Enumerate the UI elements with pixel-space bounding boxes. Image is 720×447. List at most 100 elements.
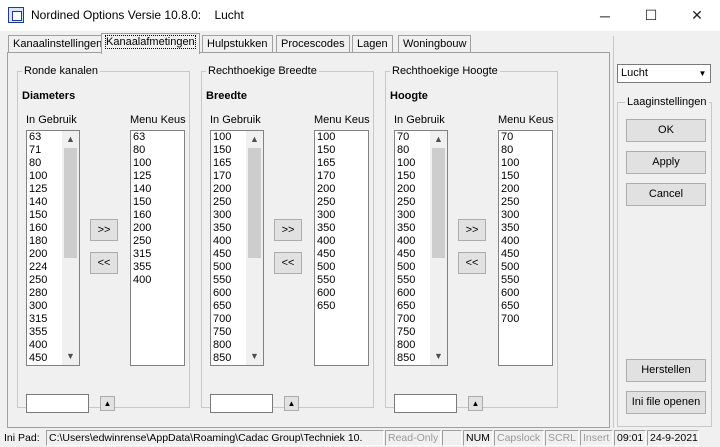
list-item[interactable]: 140 [131, 183, 184, 196]
rect-width-subtitle: Breedte [206, 90, 247, 102]
size-input[interactable] [394, 394, 457, 413]
list-item[interactable]: 550 [499, 274, 552, 287]
list-item[interactable]: 63 [131, 131, 184, 144]
spin-up-icon[interactable]: ▲ [468, 396, 483, 411]
list-item[interactable]: 160 [131, 209, 184, 222]
in-use-listbox[interactable]: 63 71 80 100 125 140 150 160 180 200 224 250 280 300 3… [26, 130, 80, 366]
apply-button[interactable]: Apply [626, 151, 706, 174]
layer-settings-title: Laaginstellingen [625, 96, 709, 108]
minimize-button[interactable]: ─ [582, 0, 628, 31]
size-input[interactable] [210, 394, 273, 413]
chevron-down-icon[interactable]: ▼ [695, 65, 710, 82]
scroll-up-icon[interactable]: ▲ [62, 131, 79, 148]
list-item[interactable]: 400 [499, 235, 552, 248]
list-item[interactable]: 80 [499, 144, 552, 157]
tab-procescodes[interactable]: Procescodes [276, 35, 350, 53]
listbox-scrollbar[interactable]: ▲ ▼ [62, 131, 79, 365]
scroll-thumb[interactable] [64, 148, 77, 258]
list-item[interactable]: 125 [131, 170, 184, 183]
list-item[interactable]: 300 [499, 209, 552, 222]
move-right-button[interactable]: >> [458, 219, 486, 241]
spin-up-icon[interactable]: ▲ [100, 396, 115, 411]
move-left-button[interactable]: << [274, 252, 302, 274]
list-item[interactable]: 250 [131, 235, 184, 248]
scroll-down-icon[interactable]: ▼ [246, 348, 263, 365]
in-use-listbox[interactable]: 100 150 165 170 200 250 300 350 400 450 500 550 600 6… [210, 130, 264, 366]
list-item[interactable]: 550 [315, 274, 368, 287]
status-capslock: Capslock [494, 430, 544, 446]
tab-kanaalinstellingen[interactable]: Kanaalinstellingen [8, 35, 108, 53]
list-item[interactable]: 80 [131, 144, 184, 157]
list-item[interactable]: 650 [315, 300, 368, 313]
ini-file-open-button[interactable]: Ini file openen [626, 391, 706, 414]
list-item[interactable]: 450 [315, 248, 368, 261]
round-ducts-title: Ronde kanalen [22, 65, 101, 77]
list-item[interactable]: 200 [499, 183, 552, 196]
list-item[interactable]: 700 [499, 313, 552, 326]
layer-combo-value: Lucht [621, 67, 648, 79]
scroll-down-icon[interactable]: ▼ [62, 348, 79, 365]
list-item[interactable]: 650 [499, 300, 552, 313]
list-item[interactable]: 500 [499, 261, 552, 274]
scroll-down-icon[interactable]: ▼ [430, 348, 447, 365]
status-date: 24-9-2021 [647, 430, 699, 446]
tab-kanaalafmetingen[interactable]: Kanaalafmetingen [101, 33, 200, 54]
list-item[interactable]: 600 [499, 287, 552, 300]
spin-up-icon[interactable]: ▲ [284, 396, 299, 411]
list-item[interactable]: 150 [131, 196, 184, 209]
list-item[interactable]: 600 [315, 287, 368, 300]
move-left-button[interactable]: << [90, 252, 118, 274]
move-left-button[interactable]: << [458, 252, 486, 274]
status-ini-path: C:\Users\edwinrense\AppData\Roaming\Cada… [46, 430, 384, 446]
list-item[interactable]: 250 [315, 196, 368, 209]
list-item[interactable]: 200 [315, 183, 368, 196]
list-item[interactable]: 315 [131, 248, 184, 261]
list-item[interactable]: 150 [315, 144, 368, 157]
restore-button[interactable]: Herstellen [626, 359, 706, 382]
tab-woningbouw[interactable]: Woningbouw [398, 35, 472, 53]
list-item[interactable]: 400 [315, 235, 368, 248]
menu-choice-listbox[interactable]: 100 150 165 170 200 250 300 350 400 450 500 550 600 6… [314, 130, 369, 366]
list-item[interactable]: 350 [315, 222, 368, 235]
list-item[interactable]: 400 [131, 274, 184, 287]
list-item[interactable]: 150 [499, 170, 552, 183]
list-item[interactable]: 100 [499, 157, 552, 170]
tab-hulpstukken[interactable]: Hulpstukken [202, 35, 273, 53]
in-use-listbox[interactable]: 70 80 100 150 200 250 300 350 400 450 500 550 600 650… [394, 130, 448, 366]
move-right-button[interactable]: >> [274, 219, 302, 241]
status-ini-label: Ini Pad: [4, 432, 40, 444]
rect-height-subtitle: Hoogte [390, 90, 428, 102]
close-button[interactable]: ✕ [674, 0, 720, 31]
move-right-button[interactable]: >> [90, 219, 118, 241]
in-use-label: In Gebruik [394, 114, 445, 126]
status-bar: Ini Pad: C:\Users\edwinrense\AppData\Roa… [0, 430, 720, 447]
list-item[interactable]: 200 [131, 222, 184, 235]
list-item[interactable]: 350 [499, 222, 552, 235]
ok-button[interactable]: OK [626, 119, 706, 142]
cancel-button[interactable]: Cancel [626, 183, 706, 206]
tab-lagen[interactable]: Lagen [352, 35, 393, 53]
list-item[interactable]: 100 [315, 131, 368, 144]
layer-combo[interactable]: Lucht ▼ [617, 64, 711, 83]
menu-choice-label: Menu Keus [498, 114, 554, 126]
menu-choice-listbox[interactable]: 63 80 100 125 140 150 160 200 250 315 355 400 [130, 130, 185, 366]
list-item[interactable]: 165 [315, 157, 368, 170]
listbox-scrollbar[interactable]: ▲ ▼ [246, 131, 263, 365]
list-item[interactable]: 450 [499, 248, 552, 261]
menu-choice-listbox[interactable]: 70 80 100 150 200 250 300 350 400 450 500 550 600 650… [498, 130, 553, 366]
list-item[interactable]: 300 [315, 209, 368, 222]
scroll-thumb[interactable] [432, 148, 445, 258]
list-item[interactable]: 170 [315, 170, 368, 183]
list-item[interactable]: 100 [131, 157, 184, 170]
list-item[interactable]: 500 [315, 261, 368, 274]
list-item[interactable]: 250 [499, 196, 552, 209]
list-item[interactable]: 355 [131, 261, 184, 274]
maximize-button[interactable]: ☐ [628, 0, 674, 31]
status-insert: Insert [580, 430, 613, 446]
scroll-up-icon[interactable]: ▲ [430, 131, 447, 148]
listbox-scrollbar[interactable]: ▲ ▼ [430, 131, 447, 365]
scroll-up-icon[interactable]: ▲ [246, 131, 263, 148]
scroll-thumb[interactable] [248, 148, 261, 258]
size-input[interactable] [26, 394, 89, 413]
list-item[interactable]: 70 [499, 131, 552, 144]
